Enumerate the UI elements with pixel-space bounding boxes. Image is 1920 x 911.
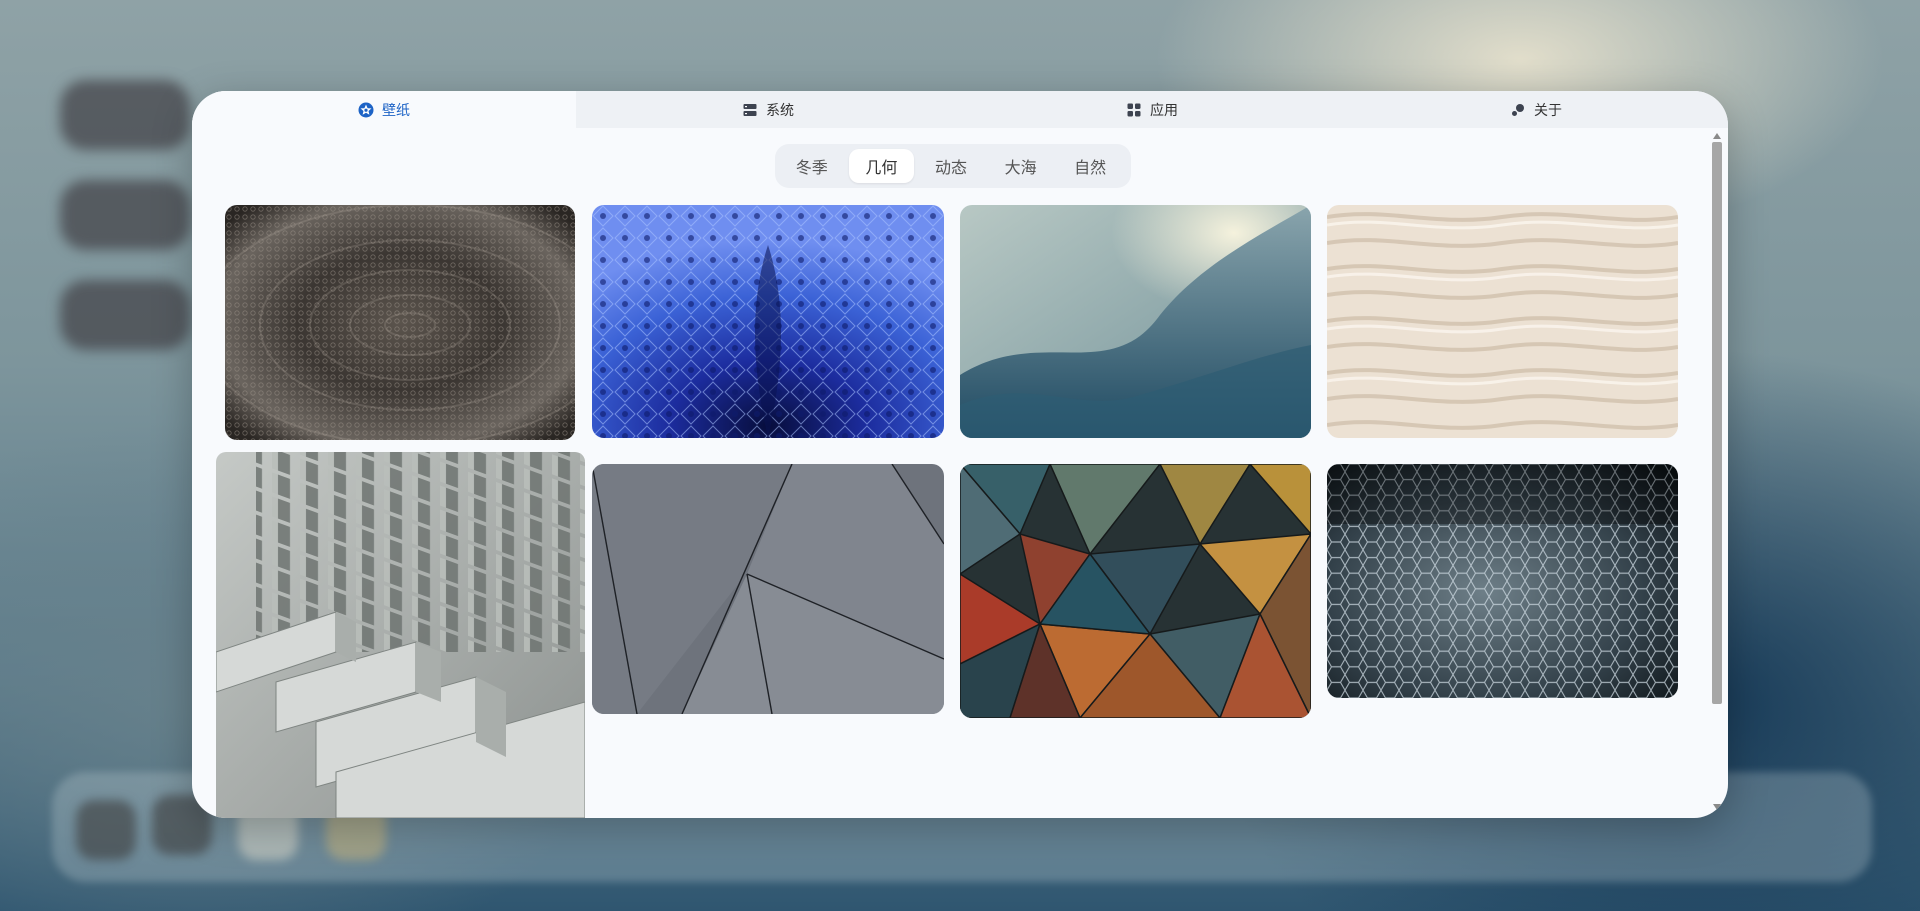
desktop-widget (60, 180, 190, 250)
wallpaper-image (1327, 205, 1678, 438)
wallpaper-image (592, 205, 944, 438)
wallpaper-image (592, 464, 944, 714)
wallpaper-thumbnail[interactable] (1327, 205, 1678, 438)
scroll-up-arrow-icon[interactable] (1713, 133, 1721, 139)
category-nature[interactable]: 自然 (1057, 149, 1123, 183)
wallpaper-thumbnail-hovered[interactable] (216, 452, 585, 818)
system-icon (743, 103, 757, 116)
tab-label: 应用 (1150, 102, 1178, 119)
category-ocean[interactable]: 大海 (988, 149, 1054, 183)
tab-about[interactable]: 关于 (1344, 91, 1728, 128)
tab-label: 壁纸 (382, 102, 410, 119)
wallpaper-thumbnail[interactable] (592, 205, 944, 438)
wallpaper-thumbnail[interactable] (1327, 464, 1678, 698)
wallpaper-thumbnail[interactable] (960, 205, 1311, 438)
tab-wallpaper[interactable]: 壁纸 (192, 91, 576, 128)
about-icon (1512, 103, 1524, 116)
category-dynamic[interactable]: 动态 (918, 149, 984, 183)
wallpaper-thumbnail[interactable] (960, 464, 1311, 718)
tab-bar: 壁纸 系统 应用 关于 (192, 91, 1728, 128)
scrollbar-thumb[interactable] (1712, 142, 1722, 704)
scroll-down-arrow-icon[interactable] (1713, 804, 1721, 810)
wallpaper-image (960, 205, 1311, 438)
category-selector: 冬季 几何 动态 大海 自然 (775, 144, 1131, 188)
wallpaper-thumbnail[interactable] (225, 205, 575, 440)
wallpaper-image (225, 205, 575, 440)
tab-label: 系统 (766, 102, 794, 119)
apps-grid-icon (1127, 103, 1141, 116)
tab-system[interactable]: 系统 (576, 91, 960, 128)
scrollbar[interactable] (1710, 133, 1724, 813)
tab-apps[interactable]: 应用 (960, 91, 1344, 128)
tab-label: 关于 (1534, 102, 1562, 119)
wallpaper-image (216, 452, 585, 818)
desktop-widget (60, 280, 190, 350)
wallpaper-icon (358, 102, 374, 117)
wallpaper-image (960, 464, 1311, 718)
desktop-widget (60, 80, 190, 150)
category-winter[interactable]: 冬季 (779, 149, 845, 183)
settings-window: 壁纸 系统 应用 关于 冬季 几何 动态 大海 自然 (192, 91, 1728, 818)
wallpaper-image (1327, 464, 1678, 698)
wallpaper-thumbnail[interactable] (592, 464, 944, 714)
dock-app-icon (76, 800, 136, 860)
category-geometry[interactable]: 几何 (848, 149, 915, 183)
